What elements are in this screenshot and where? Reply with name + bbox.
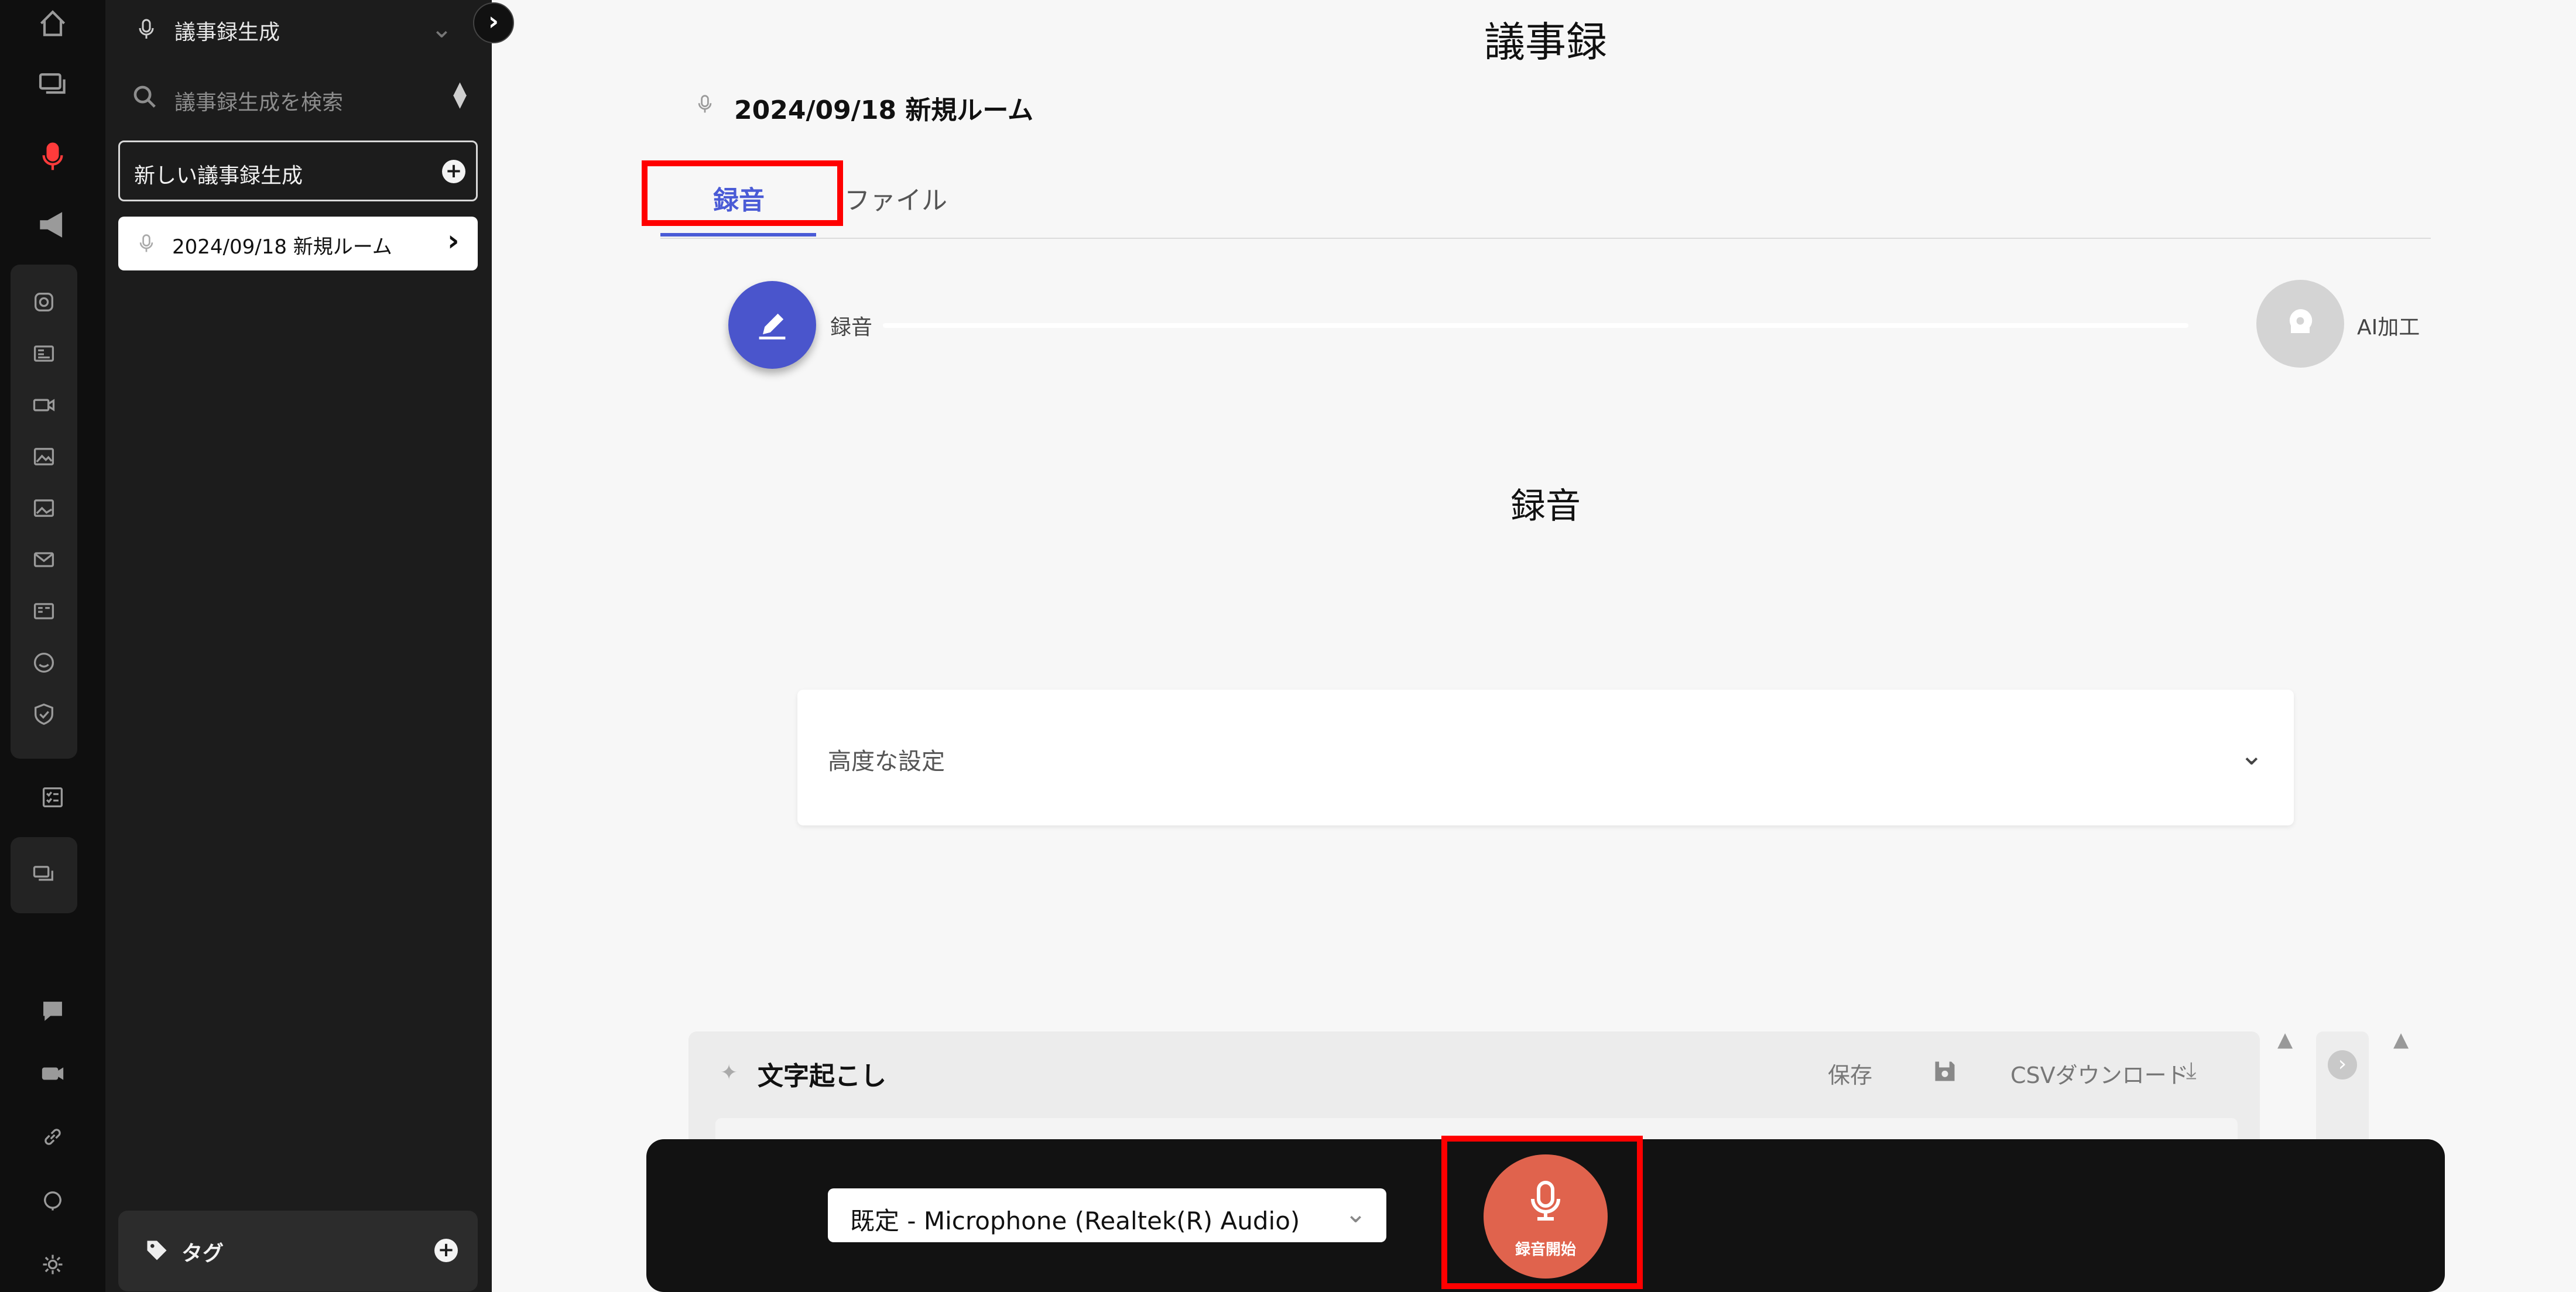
sidebar: 議事録生成 ⌄ 議事録生成を検索 ▲ ▼ 新しい議事録生成 + 2024/09/1…	[105, 0, 492, 1292]
csv-download-button[interactable]: CSVダウンロード	[2010, 1057, 2189, 1089]
step-ai	[2256, 280, 2344, 368]
save-icon[interactable]	[1932, 1058, 1958, 1087]
sidebar-title: 議事録生成	[174, 20, 280, 44]
scroll-up-icon-right[interactable]: ▲	[2393, 1028, 2409, 1051]
active-tab-indicator	[660, 233, 816, 237]
microphone-icon	[136, 232, 157, 258]
save-button[interactable]: 保存	[1828, 1057, 1872, 1089]
chat-icon[interactable]	[23, 61, 82, 108]
checklist-icon[interactable]	[23, 774, 82, 821]
search-input[interactable]: 議事録生成を検索	[174, 85, 343, 116]
page-title: 議事録	[1484, 18, 1607, 66]
step-recording-label: 録音	[830, 316, 873, 340]
tools-group	[11, 265, 77, 759]
download-icon[interactable]: ⤓	[2186, 1057, 2197, 1084]
sidebar-item-room[interactable]: 2024/09/18 新規ルーム ›	[118, 217, 478, 270]
room-name: 2024/09/18 新規ルーム	[734, 95, 1034, 125]
tag-section[interactable]: タグ +	[118, 1211, 478, 1291]
support-icon[interactable]	[23, 1177, 82, 1224]
chevron-right-icon: ›	[447, 224, 460, 258]
document-icon[interactable]	[15, 588, 73, 635]
highlight-box-record	[1441, 1136, 1643, 1289]
expand-panel-icon[interactable]: ›	[2328, 1050, 2357, 1079]
tab-file[interactable]: ファイル	[844, 179, 947, 217]
pen-edit-icon	[759, 313, 786, 340]
tab-divider	[660, 238, 2431, 239]
microphone-icon[interactable]	[23, 133, 82, 180]
section-title: 録音	[1510, 486, 1581, 527]
tag-label: タグ	[181, 1242, 224, 1266]
chevron-down-icon[interactable]: ⌄	[431, 14, 453, 44]
add-tag-icon[interactable]: +	[434, 1239, 458, 1262]
step-progress-track	[883, 323, 2188, 328]
highlight-box-tab	[642, 160, 843, 226]
advanced-settings-label: 高度な設定	[828, 748, 945, 775]
instagram-icon[interactable]	[15, 279, 73, 325]
megaphone-icon[interactable]	[23, 201, 82, 248]
sort-icon[interactable]: ▲ ▼	[453, 80, 467, 110]
sparkle-icon: ✦	[720, 1061, 738, 1085]
image-icon[interactable]	[15, 433, 73, 480]
gear-icon[interactable]	[23, 1241, 82, 1288]
sidebar-item-label: 2024/09/18 新規ルーム	[172, 235, 392, 259]
camera-icon[interactable]	[23, 1050, 82, 1097]
step-recording	[728, 281, 816, 369]
new-minutes-label: 新しい議事録生成	[134, 164, 303, 188]
shield-icon[interactable]	[15, 691, 73, 738]
microphone-icon	[694, 91, 715, 119]
scroll-up-icon[interactable]: ▲	[2277, 1028, 2293, 1051]
mail-icon[interactable]	[15, 536, 73, 583]
step-ai-label: AI加工	[2357, 316, 2420, 340]
icon-rail	[0, 0, 105, 1292]
microphone-icon	[135, 16, 158, 42]
minutes-chat-group	[11, 837, 77, 913]
video-icon[interactable]	[15, 382, 73, 429]
smile-icon[interactable]	[15, 639, 73, 686]
home-icon[interactable]	[23, 0, 82, 47]
transcript-title: 文字起こし	[758, 1061, 886, 1091]
comments-icon[interactable]	[15, 851, 73, 898]
search-icon	[131, 83, 158, 110]
tag-icon	[144, 1238, 170, 1266]
gallery-icon[interactable]	[15, 485, 73, 532]
collapse-sidebar-button[interactable]: ›	[473, 2, 514, 43]
chevron-down-icon: ⌄	[1345, 1199, 1366, 1229]
message-icon[interactable]	[23, 987, 82, 1034]
chevron-down-icon: ⌄	[2239, 739, 2263, 772]
ai-head-icon	[2289, 309, 2313, 333]
link-icon[interactable]	[23, 1113, 82, 1160]
microphone-select-value: 既定 - Microphone (Realtek(R) Audio)	[850, 1207, 1300, 1235]
microphone-select[interactable]: 既定 - Microphone (Realtek(R) Audio) ⌄	[828, 1188, 1386, 1242]
advanced-settings-accordion[interactable]: 高度な設定 ⌄	[797, 690, 2294, 825]
new-minutes-button[interactable]: 新しい議事録生成 +	[118, 140, 478, 201]
article-icon[interactable]	[15, 330, 73, 377]
add-icon: +	[442, 160, 465, 183]
